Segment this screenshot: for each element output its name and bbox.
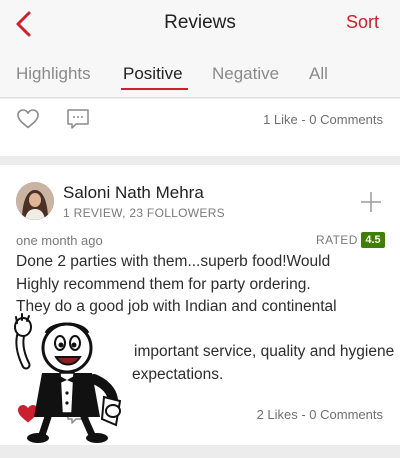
- tab-highlights[interactable]: Highlights: [16, 64, 91, 84]
- comment-button[interactable]: [66, 107, 90, 136]
- like-button[interactable]: [16, 107, 40, 136]
- tab-all[interactable]: All: [309, 64, 328, 84]
- review-time: one month ago: [16, 233, 103, 248]
- reviewer-meta: 1 REVIEW, 23 FOLLOWERS: [63, 206, 225, 220]
- tab-bar: Highlights Positive Negative All: [0, 48, 400, 98]
- page-title: Reviews: [164, 12, 236, 33]
- waiter-mascot-overlay: [12, 313, 130, 444]
- review-line: Highly recommend them for party ordering…: [16, 275, 311, 293]
- cartoon-waiter-mascot-icon: [14, 313, 122, 443]
- like-comment-stats[interactable]: 1 Like - 0 Comments: [263, 112, 383, 127]
- sort-button[interactable]: Sort: [346, 12, 379, 33]
- previous-review-card: 1 Like - 0 Comments: [0, 99, 400, 156]
- active-tab-indicator: [121, 88, 188, 90]
- user-photo-icon: [16, 182, 54, 220]
- tab-positive[interactable]: Positive: [123, 64, 183, 84]
- plus-icon: [361, 192, 381, 212]
- avatar[interactable]: [16, 182, 54, 220]
- review-line: Done 2 parties with them...superb food!W…: [16, 253, 331, 270]
- comment-icon: [67, 109, 89, 129]
- reviewer-name[interactable]: Saloni Nath Mehra: [63, 183, 204, 203]
- rated-label: RATED: [316, 233, 358, 247]
- follow-button[interactable]: [360, 191, 382, 213]
- tab-negative[interactable]: Negative: [212, 64, 279, 84]
- heart-outline-icon: [17, 109, 39, 129]
- like-comment-stats[interactable]: 2 Likes - 0 Comments: [257, 407, 383, 422]
- top-bar: Reviews Sort: [0, 0, 400, 48]
- rating-badge: 4.5: [361, 232, 385, 248]
